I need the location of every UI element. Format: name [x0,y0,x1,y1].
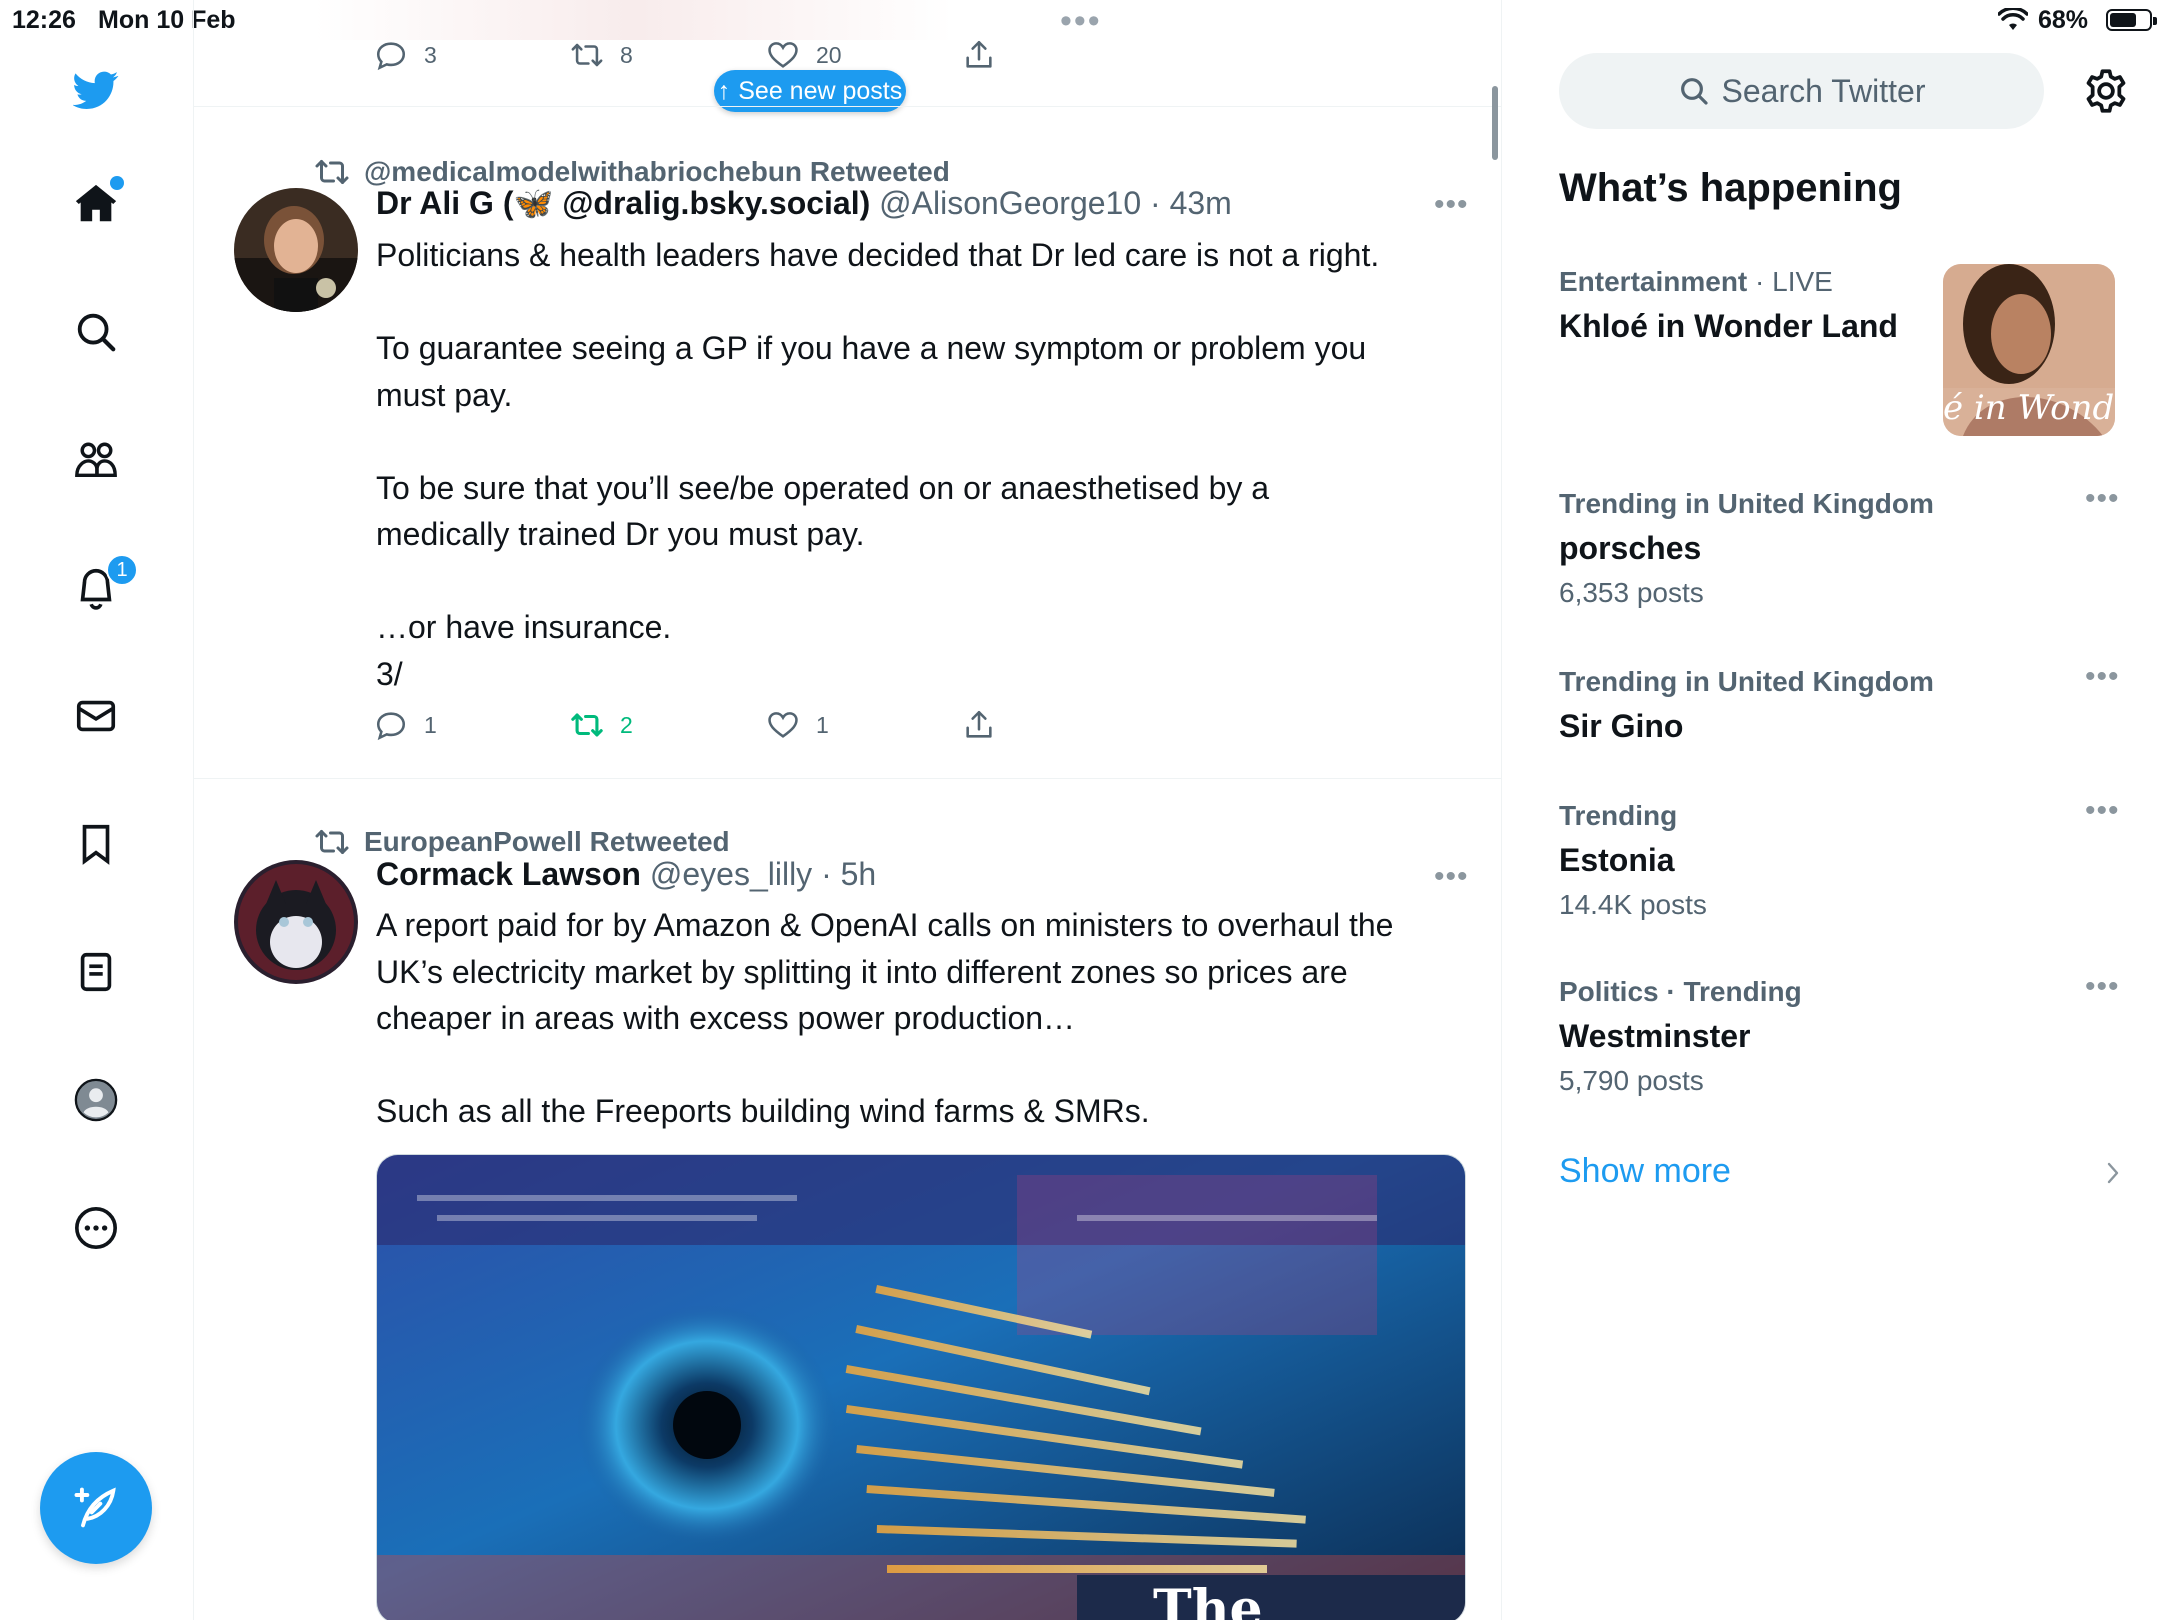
tweet-media-image[interactable]: The [376,1154,1466,1620]
trend-title: porsches [1559,530,1702,566]
share-icon [966,40,992,68]
like-button[interactable]: 1 [766,708,829,742]
trend-more-icon[interactable]: ••• [2085,660,2120,694]
reply-count: 3 [424,41,437,68]
retweet-icon [315,160,349,184]
retweet-count: 2 [620,711,633,738]
nav-profile-avatar[interactable] [66,1070,126,1130]
show-more-link[interactable]: Show more [1559,1152,1731,1191]
right-sidebar: Search Twitter What’s happening Entertai… [1503,0,2160,1620]
retweet-icon [571,43,603,67]
like-count: 20 [816,41,842,68]
retweet-button[interactable]: 8 [570,38,633,72]
tweet-text: A report paid for by Amazon & OpenAI cal… [376,907,1394,1129]
trend-post-count: 6,353 posts [1559,577,1704,608]
arrow-up-icon: ↑ [717,76,731,105]
nav-explore-icon[interactable] [66,302,126,362]
whats-happening-title: What’s happening [1559,166,1902,210]
tweet-time[interactable]: 5h [841,856,877,892]
trend-thumbnail-text: é in Wonder l [1943,388,2115,428]
search-placeholder: Search Twitter [1721,72,1926,109]
previous-tweet-image-edge [314,0,954,40]
author-name[interactable]: Dr Ali G (🦋 @dralig.bsky.social) [376,185,870,221]
trend-more-icon[interactable]: ••• [2085,970,2120,1004]
like-button[interactable]: 20 [766,38,842,72]
trend-thumbnail-image[interactable]: é in Wonder l [1943,264,2115,436]
nav-notifications-icon[interactable]: 1 [66,554,138,618]
tweet-divider [194,106,1501,107]
nav-messages-icon[interactable] [66,686,126,746]
nav-bookmarks-icon[interactable] [66,814,126,874]
reply-icon [376,42,406,71]
heart-icon [768,712,798,738]
trend-post-count: 14.4K posts [1559,889,1707,920]
trend-live-label: LIVE [1772,266,1833,297]
see-new-posts-label: See new posts [738,76,903,105]
trend-category: Trending in United Kingdom [1559,666,1934,697]
retweet-count: 8 [620,41,633,68]
separator: · [1150,185,1161,221]
avatar[interactable] [234,860,358,984]
reply-count: 1 [424,711,437,738]
tweet-header: Dr Ali G (🦋 @dralig.bsky.social) @Alison… [376,184,1232,222]
trend-more-icon[interactable]: ••• [2085,482,2120,516]
tweet-text: Politicians & health leaders have decide… [376,237,1380,692]
tweet-divider [194,778,1501,779]
retweeted-by-label[interactable]: EuropeanPowell Retweeted [364,826,730,858]
like-count: 1 [816,711,829,738]
nav-home-icon[interactable] [66,174,126,234]
trend-item[interactable]: Trending in United Kingdom porsches 6,35… [1559,482,2119,609]
trend-item[interactable]: Trending Estonia 14.4K posts ••• [1559,794,2119,921]
search-icon [1680,78,1708,105]
trend-item[interactable]: Trending in United Kingdom Sir Gino ••• [1559,660,2119,745]
nav-lists-icon[interactable] [66,942,126,1002]
settings-gear-icon[interactable] [2081,66,2131,116]
trend-more-icon[interactable]: ••• [2085,794,2120,828]
notifications-badge: 1 [106,554,138,586]
trend-title: Estonia [1559,842,1675,878]
trend-category: Trending in United Kingdom [1559,488,1934,519]
nav-more-icon[interactable] [66,1198,126,1258]
nav-communities-icon[interactable] [66,430,126,490]
twitter-logo-icon[interactable] [66,60,126,120]
media-caption: The [1153,1579,1263,1620]
retweet-button[interactable]: 2 [570,708,633,742]
trend-category: Trending [1559,800,1678,831]
timeline[interactable]: 3 8 20 ↑ See new posts @medicalmodelwith… [194,0,1502,1620]
tweet-more-icon[interactable]: ••• [1434,860,1469,894]
separator: · [821,856,832,892]
heart-icon [768,42,798,68]
tweet-actions: 1 2 1 [374,708,1074,748]
avatar[interactable] [234,188,358,312]
share-button[interactable] [962,38,996,72]
trend-category: Entertainment [1559,266,1748,297]
tweet-more-icon[interactable]: ••• [1434,188,1469,222]
trend-category: Politics · Trending [1559,976,1802,1007]
tweet-header: Cormack Lawson @eyes_lilly · 5h [376,856,876,893]
search-input[interactable]: Search Twitter [1559,53,2044,129]
share-icon [966,710,992,738]
home-unread-dot [110,176,124,190]
reply-button[interactable]: 3 [374,38,437,72]
scrollbar[interactable] [1492,86,1498,160]
separator: · [1755,266,1765,297]
retweet-icon [571,713,603,737]
trend-post-count: 5,790 posts [1559,1065,1704,1096]
chevron-right-icon[interactable] [2101,1158,2125,1188]
compose-tweet-button[interactable] [40,1452,152,1564]
trend-item[interactable]: Politics · Trending Westminster 5,790 po… [1559,970,2119,1097]
retweeted-by: EuropeanPowell Retweeted [314,824,730,860]
author-handle[interactable]: @eyes_lilly [650,856,812,892]
left-nav: 1 [0,0,194,1620]
author-name[interactable]: Cormack Lawson [376,856,641,892]
tweet-time[interactable]: 43m [1170,185,1232,221]
author-handle[interactable]: @AlisonGeorge10 [879,185,1141,221]
reply-button[interactable]: 1 [374,708,437,742]
trend-title: Westminster [1559,1018,1751,1054]
share-button[interactable] [962,708,996,742]
reply-icon [376,712,406,741]
retweet-icon [315,830,349,854]
trend-title: Sir Gino [1559,708,1684,744]
